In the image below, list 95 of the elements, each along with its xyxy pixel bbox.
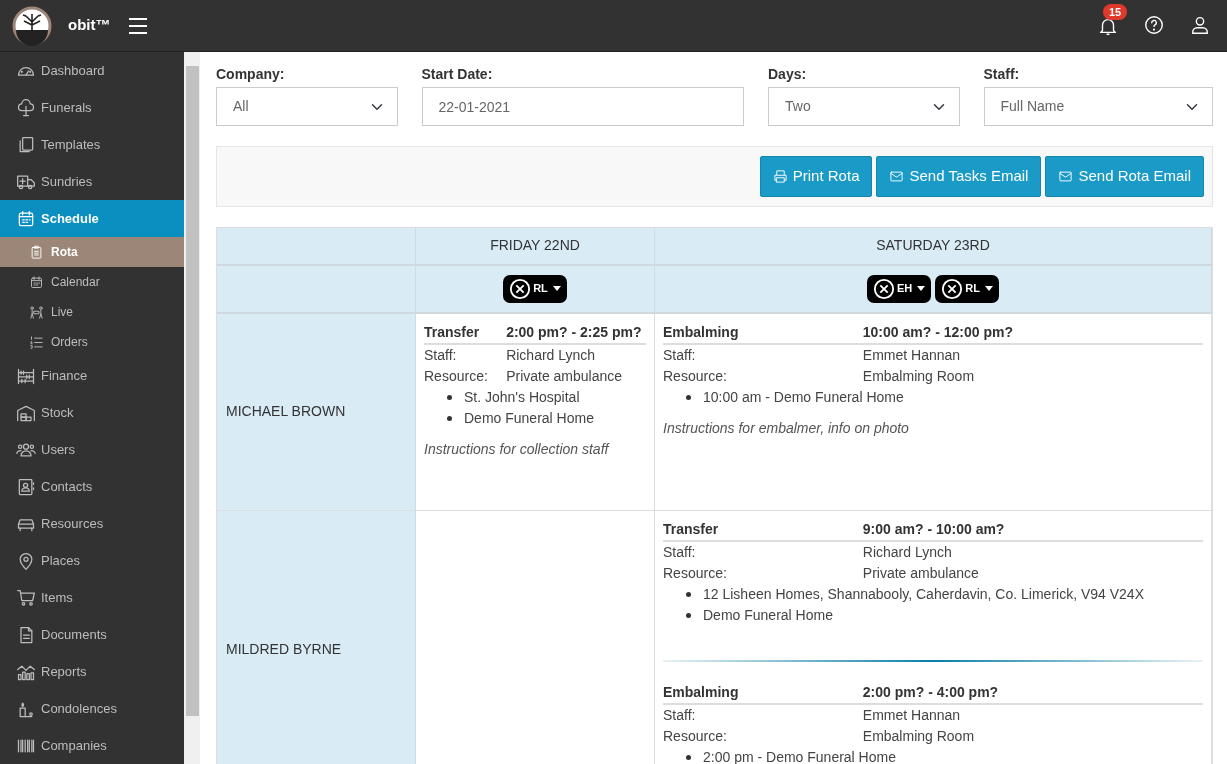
people-icon [29, 304, 44, 320]
bullet-icon [686, 754, 691, 760]
day-header: SATURDAY 23RD [655, 227, 1212, 266]
location-item: 2:00 pm - Demo Funeral Home [703, 747, 896, 764]
contact-card-icon [16, 476, 36, 497]
sidebar-item[interactable]: Stock [0, 394, 184, 431]
sidebar-item[interactable]: Finance [0, 357, 184, 394]
sidebar-item[interactable]: Schedule [0, 200, 184, 237]
bullet-icon [447, 415, 452, 421]
field-label: Start Date: [421, 65, 494, 84]
staff-chip[interactable]: RL [503, 274, 567, 303]
sidebar-item[interactable]: Companies [0, 727, 184, 764]
task-type: Transfer [663, 519, 719, 539]
caret-icon [552, 286, 561, 291]
sidebar-item[interactable]: Condolences [0, 690, 184, 727]
tree-icon [16, 97, 36, 118]
numbered-list-icon [29, 334, 44, 350]
location-item: 10:00 am - Demo Funeral Home [703, 387, 904, 407]
task-time: 2:00 pm? - 2:25 pm? [506, 322, 642, 342]
detail-label: Staff: [663, 705, 697, 725]
printer-icon [772, 168, 788, 184]
sidebar-subitem[interactable]: Calendar [0, 267, 184, 297]
sidebar-item[interactable]: Documents [0, 616, 184, 653]
resource-name: Embalming Room [862, 726, 976, 746]
detail-label: Staff: [424, 345, 458, 365]
sidebar-subitem[interactable]: Orders [0, 327, 184, 357]
sidebar-item[interactable]: Dashboard [0, 52, 184, 89]
remove-icon [509, 277, 532, 300]
scrollbar[interactable] [186, 66, 199, 716]
day-header: FRIDAY 22ND [416, 227, 655, 266]
staff-chip[interactable]: RL [935, 274, 999, 303]
app-name: obit™ [68, 15, 111, 36]
task-type: Embalming [663, 322, 739, 342]
staff-chip[interactable]: EH [867, 274, 932, 303]
staff-name: Richard Lynch [506, 345, 597, 365]
calendar-icon [29, 274, 44, 290]
cart-icon [16, 587, 36, 608]
detail-label: Staff: [663, 345, 697, 365]
detail-label: Resource: [424, 366, 489, 386]
location-item: 12 Lisheen Homes, Shannabooly, Caherdavin, Co. Limerick, V94 V24X [703, 584, 1144, 604]
person-name: MILDRED BYRNE [226, 639, 342, 659]
caret-icon [917, 286, 926, 291]
staff-name: Richard Lynch [862, 542, 953, 562]
bullet-icon [447, 394, 452, 400]
sidebar-item[interactable]: Sundries [0, 163, 184, 200]
field-label: Staff: [983, 65, 1021, 84]
staff-name: Emmet Hannan [862, 345, 962, 365]
location-item: Demo Funeral Home [464, 408, 594, 428]
date-field[interactable]: 22-01-2021 [421, 87, 744, 126]
bullet-icon [686, 612, 691, 618]
remove-icon [873, 277, 895, 300]
location-item: Demo Funeral Home [703, 605, 833, 625]
detail-label: Resource: [663, 563, 728, 583]
detail-label: Resource: [663, 366, 728, 386]
dropdown[interactable]: Full Name [983, 87, 1213, 126]
instructions-text: Instructions for embalmer, info on photo [663, 418, 910, 438]
caret-icon [984, 286, 993, 291]
sidebar-item[interactable]: Places [0, 542, 184, 579]
resource-name: Private ambulance [862, 563, 980, 583]
sidebar-item[interactable]: Reports [0, 653, 184, 690]
task-type: Embalming [663, 682, 739, 702]
remove-icon [941, 277, 964, 300]
instructions-text: Instructions for collection staff [424, 439, 611, 459]
help-button[interactable] [1143, 14, 1165, 37]
bullet-icon [686, 394, 691, 400]
task-time: 10:00 am? - 12:00 pm? [862, 322, 1013, 342]
field-label: Company: [216, 65, 286, 84]
notification-count: 15 [1103, 4, 1128, 21]
task-type: Transfer [424, 322, 480, 342]
detail-label: Staff: [663, 542, 697, 562]
envelope-icon [889, 168, 905, 184]
user-button[interactable] [1189, 14, 1211, 37]
sidebar-item[interactable]: Funerals [0, 89, 184, 126]
sidebar-item[interactable]: Templates [0, 126, 184, 163]
person-name: MICHAEL BROWN [226, 402, 346, 421]
resource-name: Private ambulance [506, 366, 624, 386]
clipboard-icon [29, 244, 44, 260]
sidebar-item[interactable]: Contacts [0, 468, 184, 505]
sidebar-subitem[interactable]: Live [0, 297, 184, 327]
envelope-icon [1058, 168, 1074, 184]
sidebar-item[interactable]: Items [0, 579, 184, 616]
staff-name: Emmet Hannan [862, 705, 962, 725]
tree-logo [12, 5, 52, 46]
location-item: St. John's Hospital [464, 387, 580, 407]
detail-label: Resource: [663, 726, 728, 746]
calendar-icon [16, 208, 36, 229]
resource-name: Embalming Room [862, 366, 976, 386]
task-time: 9:00 am? - 10:00 am? [862, 519, 1005, 539]
sidebar-item[interactable]: Users [0, 431, 184, 468]
sidebar-item[interactable]: Resources [0, 505, 184, 542]
bullet-icon [686, 591, 691, 597]
dropdown[interactable]: All [216, 87, 398, 126]
dropdown[interactable]: Two [768, 87, 960, 126]
task-time: 2:00 pm? - 4:00 pm? [862, 682, 999, 702]
field-label: Days: [768, 65, 808, 84]
